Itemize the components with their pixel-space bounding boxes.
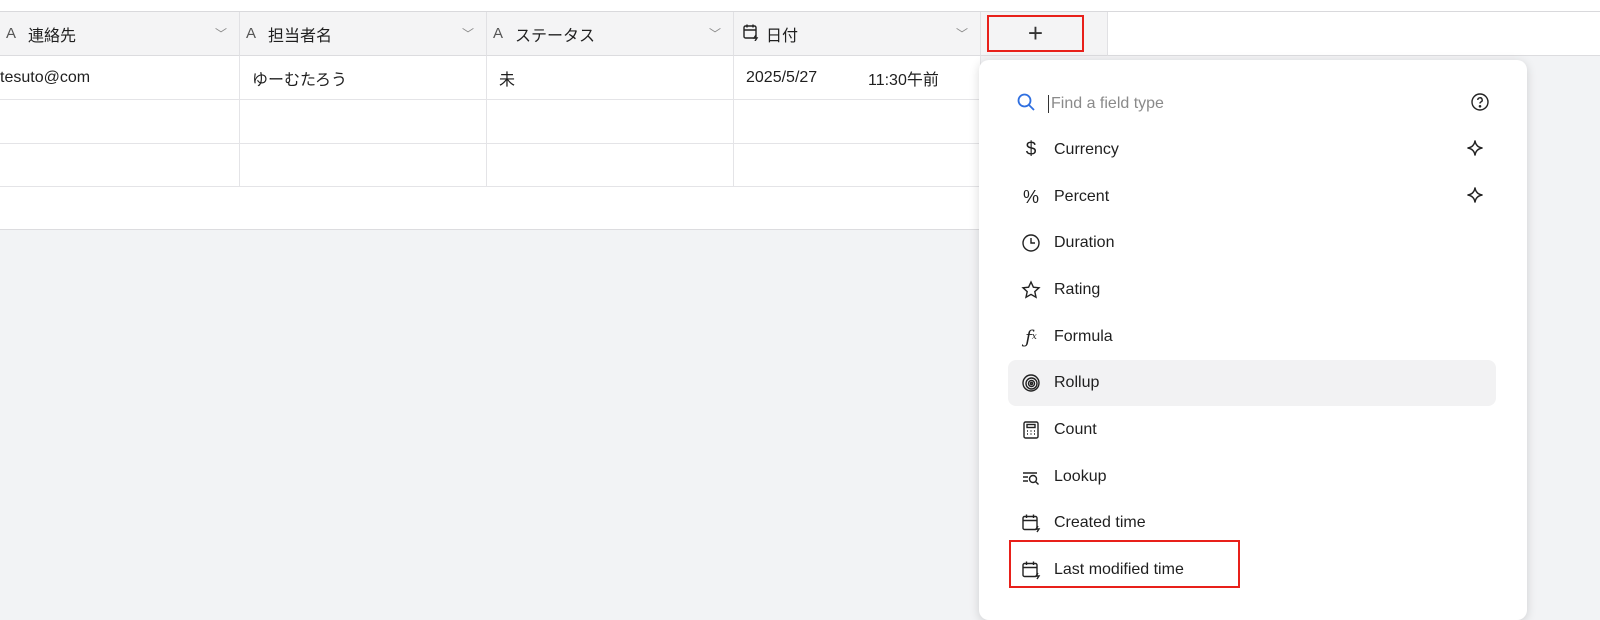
- text-icon: A: [246, 25, 257, 42]
- calendar-icon: [1020, 512, 1042, 534]
- search-input[interactable]: [1048, 95, 1470, 113]
- search-icon: [1016, 92, 1036, 117]
- star-icon: [1020, 279, 1042, 301]
- lookup-icon: [1020, 466, 1042, 488]
- cell-date[interactable]: [734, 144, 981, 187]
- column-label: ステータス: [515, 27, 596, 45]
- calculator-icon: [1020, 419, 1042, 441]
- menu-item-label: Percent: [1054, 188, 1110, 205]
- cell-contact[interactable]: [0, 100, 240, 144]
- cell-status[interactable]: 未: [487, 56, 734, 100]
- menu-item-label: Lookup: [1054, 468, 1107, 485]
- column-header-assignee[interactable]: A 担当者名 ﹀: [240, 12, 487, 56]
- menu-item-count[interactable]: Count: [1008, 407, 1496, 453]
- add-column-button[interactable]: +: [987, 15, 1084, 52]
- text-icon: A: [493, 25, 504, 42]
- clock-icon: [1020, 232, 1042, 254]
- menu-item-duration[interactable]: Duration: [1008, 220, 1496, 266]
- menu-item-formula[interactable]: ƒx Formula: [1008, 314, 1496, 360]
- header-filler: [1108, 12, 1600, 56]
- percent-icon: %: [1022, 186, 1039, 207]
- date-value: 2025/5/27: [746, 68, 818, 86]
- chevron-down-icon[interactable]: ﹀: [462, 25, 474, 42]
- column-header-status[interactable]: A ステータス ﹀: [487, 12, 734, 56]
- chevron-down-icon[interactable]: ﹀: [956, 25, 968, 42]
- time-value: 11:30午前: [868, 71, 939, 89]
- dollar-icon: $: [1025, 139, 1037, 160]
- formula-icon: ƒx: [1025, 326, 1037, 348]
- menu-item-lookup[interactable]: Lookup: [1008, 454, 1496, 500]
- menu-item-label: Currency: [1054, 141, 1119, 158]
- cell-date[interactable]: [734, 100, 981, 144]
- menu-item-percent[interactable]: % Percent: [1008, 174, 1496, 220]
- cell-contact[interactable]: tesuto@com: [0, 56, 240, 100]
- chevron-down-icon[interactable]: ﹀: [709, 25, 721, 42]
- cell-assignee[interactable]: [240, 144, 487, 187]
- menu-item-label: Rollup: [1054, 374, 1100, 391]
- cell-status[interactable]: [487, 100, 734, 144]
- spiral-icon: [1020, 372, 1042, 394]
- menu-item-rating[interactable]: Rating: [1008, 267, 1496, 313]
- menu-item-currency[interactable]: $ Currency: [1008, 127, 1496, 173]
- sparkle-icon: [1466, 139, 1484, 162]
- column-label: 連絡先: [28, 27, 77, 45]
- cell-contact[interactable]: [0, 144, 240, 187]
- text-icon: A: [6, 25, 17, 42]
- column-header-contact[interactable]: A 連絡先 ﹀: [0, 12, 240, 56]
- cell-assignee[interactable]: [240, 100, 487, 144]
- menu-item-label: Formula: [1054, 328, 1113, 345]
- highlight-annotation-box: [1009, 540, 1240, 588]
- help-icon[interactable]: [1470, 92, 1490, 117]
- column-header-date[interactable]: 日付 ﹀: [734, 12, 981, 56]
- cell-date[interactable]: 2025/5/27 11:30午前: [734, 56, 981, 100]
- menu-item-label: Count: [1054, 421, 1097, 438]
- menu-item-label: Duration: [1054, 234, 1115, 251]
- top-band: [0, 0, 1600, 12]
- column-label: 日付: [766, 27, 799, 45]
- field-type-search: [1016, 90, 1490, 118]
- menu-item-label: Rating: [1054, 281, 1101, 298]
- cell-status[interactable]: [487, 144, 734, 187]
- column-label: 担当者名: [268, 27, 333, 45]
- table-footer: [0, 187, 981, 230]
- chevron-down-icon[interactable]: ﹀: [215, 25, 227, 42]
- cell-assignee[interactable]: ゆーむたろう: [240, 56, 487, 100]
- sparkle-icon: [1466, 186, 1484, 209]
- menu-item-rollup[interactable]: Rollup: [1008, 360, 1496, 406]
- menu-item-label: Created time: [1054, 514, 1146, 531]
- calendar-icon: [742, 23, 762, 45]
